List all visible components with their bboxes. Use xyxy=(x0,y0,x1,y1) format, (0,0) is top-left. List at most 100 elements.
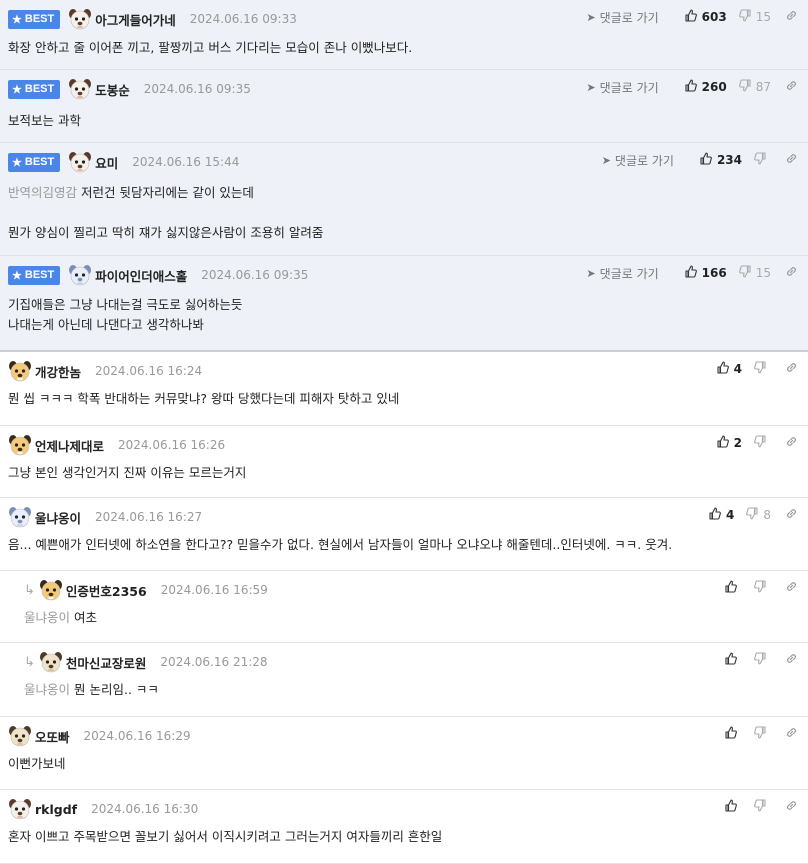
comment: rklgdf 2024.06.16 16:30 혼자 이쁘고 주목받으면 꼴보기 싫… xyxy=(0,790,808,864)
avatar[interactable] xyxy=(39,651,63,673)
upvote-button[interactable] xyxy=(725,726,742,742)
avatar[interactable] xyxy=(68,151,92,173)
avatar[interactable] xyxy=(8,725,32,747)
upvote-button[interactable]: 166 xyxy=(685,265,727,281)
thumbs-up-icon xyxy=(685,79,702,95)
best-badge: ★ BEST xyxy=(8,152,61,172)
link-icon[interactable] xyxy=(785,726,798,742)
timestamp: 2024.06.16 16:29 xyxy=(83,729,191,743)
goto-comment-link[interactable]: ➤ 댓글로 가기 xyxy=(602,152,674,169)
comment-actions: ➤ 댓글로 가기 234 xyxy=(602,152,798,168)
upvote-button[interactable] xyxy=(725,580,742,596)
comment: 개강한놈 2024.06.16 16:24 뭔 씹 ㅋㅋㅋ 학폭 반대하는 커뮤맞냐… xyxy=(0,352,808,426)
avatar[interactable] xyxy=(8,360,32,382)
nickname[interactable]: 천마신교장로원 xyxy=(66,653,147,672)
upvote-count: 234 xyxy=(716,153,742,167)
nickname[interactable]: 아그게들어가네 xyxy=(95,10,176,29)
upvote-button[interactable]: 4 xyxy=(717,361,742,377)
upvote-button[interactable]: 603 xyxy=(685,9,727,25)
comment-actions: ➤ 댓글로 가기 603 15 xyxy=(586,9,798,25)
comment-text: 뭔 씹 ㅋㅋㅋ 학폭 반대하는 커뮤맞냐? 왕따 당했다는데 피해자 탓하고 있… xyxy=(8,391,400,406)
downvote-button[interactable] xyxy=(754,799,771,815)
comment-header: 언제나제대로 2024.06.16 16:26 xyxy=(8,433,225,457)
downvote-button[interactable]: 15 xyxy=(738,9,771,25)
upvote-button[interactable]: 260 xyxy=(685,79,727,95)
timestamp: 2024.06.16 15:44 xyxy=(132,155,240,169)
nickname[interactable]: 오또빠 xyxy=(35,727,70,746)
link-icon[interactable] xyxy=(785,9,798,25)
link-icon[interactable] xyxy=(785,79,798,95)
nickname[interactable]: 인증번호2356 xyxy=(66,581,147,600)
goto-label: 댓글로 가기 xyxy=(599,266,659,281)
comment-line: 기집애들은 그냥 나대는걸 극도로 싫어하는듯​ xyxy=(8,295,242,315)
downvote-button[interactable]: 87 xyxy=(738,79,771,95)
avatar[interactable] xyxy=(68,78,92,100)
comment-body: 반역의김영감저런건 뒷담자리에는 같이 있는데​​뭔가 양심이 찔리고 딱히 쟤… xyxy=(8,183,323,243)
downvote-button[interactable] xyxy=(754,152,771,168)
avatar[interactable] xyxy=(68,8,92,30)
comment-line: 보적보는 과학​ xyxy=(8,111,81,131)
comment-text: 화장 안하고 줄 이어폰 끼고, 팔짱끼고 버스 기다리는 모습이 존나 이뻤나… xyxy=(8,40,413,55)
nickname[interactable]: 도봉순 xyxy=(95,80,130,99)
timestamp: 2024.06.16 16:26 xyxy=(118,438,226,452)
avatar[interactable] xyxy=(8,506,32,528)
link-icon[interactable] xyxy=(785,152,798,168)
upvote-button[interactable]: 234 xyxy=(700,152,742,168)
comment-header: 오또빠 2024.06.16 16:29 xyxy=(8,724,191,748)
comment-body: 울냐옹이뭔 논리임.. ㅋㅋ​ xyxy=(24,680,159,700)
link-icon[interactable] xyxy=(785,361,798,377)
link-icon[interactable] xyxy=(785,265,798,281)
downvote-button[interactable] xyxy=(754,580,771,596)
downvote-button[interactable] xyxy=(754,726,771,742)
comment-header: 개강한놈 2024.06.16 16:24 xyxy=(8,359,202,383)
link-icon[interactable] xyxy=(785,799,798,815)
arrow-icon: ➤ xyxy=(601,153,611,167)
avatar[interactable] xyxy=(39,579,63,601)
avatar[interactable] xyxy=(8,434,32,456)
comment-actions xyxy=(713,652,798,668)
best-comment: ★ BEST 요미 2024.06.16 15:44 반역의김영감 저런건 뒷담자리에는… xyxy=(0,143,808,256)
comment-list: ★ BEST 아그게들어가네 2024.06.16 09:33 화장 안하고 줄 이어… xyxy=(0,0,808,864)
thumbs-down-icon xyxy=(754,361,771,377)
avatar[interactable] xyxy=(68,264,92,286)
comment-header: ★ BEST 파이어인더애스홀 2024.06.16 09:35 xyxy=(8,263,308,287)
mention-nickname[interactable]: 울냐옹이 xyxy=(24,682,70,697)
link-icon[interactable] xyxy=(785,580,798,596)
comment-line: 그냥 본인 생각인거지 진짜 이유는 모르는거지​ xyxy=(8,463,246,483)
upvote-button[interactable] xyxy=(725,799,742,815)
timestamp: 2024.06.16 21:28 xyxy=(160,655,268,669)
nickname[interactable]: 울냐옹이 xyxy=(35,508,81,527)
upvote-button[interactable]: 2 xyxy=(717,435,742,451)
thumbs-down-icon xyxy=(754,799,771,815)
thumbs-down-icon xyxy=(754,435,771,451)
nickname[interactable]: rklgdf xyxy=(35,802,77,817)
nickname[interactable]: 개강한놈 xyxy=(35,362,81,381)
goto-comment-link[interactable]: ➤ 댓글로 가기 xyxy=(586,265,658,282)
nickname[interactable]: 언제나제대로 xyxy=(35,436,104,455)
mention-nickname[interactable]: 반역의김영감 xyxy=(8,185,77,200)
comment-text: 이뻔가보네 xyxy=(8,756,66,771)
downvote-count: 15 xyxy=(755,10,771,24)
nickname[interactable]: 파이어인더애스홀 xyxy=(95,266,187,285)
downvote-button[interactable]: 15 xyxy=(738,265,771,281)
avatar[interactable] xyxy=(8,798,32,820)
downvote-button[interactable] xyxy=(754,361,771,377)
link-icon[interactable] xyxy=(785,435,798,451)
link-icon[interactable] xyxy=(785,652,798,668)
comment: 오또빠 2024.06.16 16:29 이뻔가보네​ xyxy=(0,717,808,790)
upvote-button[interactable]: 4 xyxy=(709,507,734,523)
goto-comment-link[interactable]: ➤ 댓글로 가기 xyxy=(586,9,658,26)
downvote-button[interactable] xyxy=(754,652,771,668)
arrow-icon: ➤ xyxy=(586,80,596,94)
mention-nickname[interactable]: 울냐옹이 xyxy=(24,610,70,625)
downvote-button[interactable]: 8 xyxy=(746,507,771,523)
link-icon[interactable] xyxy=(785,507,798,523)
goto-comment-link[interactable]: ➤ 댓글로 가기 xyxy=(586,79,658,96)
comment-text: 여초 xyxy=(74,610,98,625)
comment-text: 뭔가 양심이 찔리고 딱히 쟤가 싫지않은사람이 조용히 알려줌 xyxy=(8,225,324,240)
nickname[interactable]: 요미 xyxy=(95,153,118,172)
downvote-button[interactable] xyxy=(754,435,771,451)
thumbs-down-icon xyxy=(738,265,756,281)
thumbs-up-icon xyxy=(725,726,742,742)
upvote-button[interactable] xyxy=(725,652,742,668)
